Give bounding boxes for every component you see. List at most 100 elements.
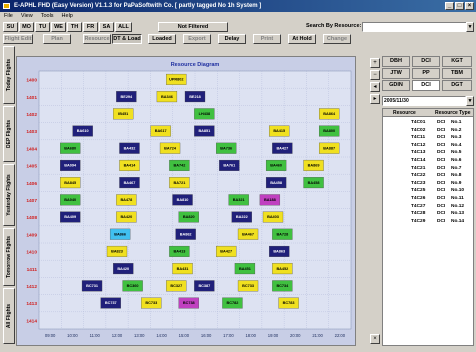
flight-bar-label[interactable]: BA451 (239, 267, 251, 271)
flight-bar-label[interactable]: BA222 (236, 215, 248, 219)
flight-bar-label[interactable]: BA617 (155, 129, 167, 133)
flight-bar-label[interactable]: BA420 (120, 215, 132, 219)
flight-bar-label[interactable]: BA403 (267, 215, 279, 219)
flight-bar-label[interactable]: IB451 (118, 112, 128, 116)
flight-bar-label[interactable]: BA680 (64, 146, 76, 150)
flight-bar-label[interactable]: BA321 (233, 198, 245, 202)
flight-bar-label[interactable]: BA431 (177, 267, 189, 271)
flight-bar-label[interactable]: BC734 (276, 284, 289, 288)
day-button-fr[interactable]: FR (83, 22, 98, 32)
menu-view[interactable]: View (21, 12, 33, 21)
day-button-th[interactable]: TH (67, 22, 82, 32)
close-icon[interactable]: × (465, 2, 474, 10)
flight-bar-label[interactable]: BA040 (64, 198, 76, 202)
flight-edit-button[interactable]: Flight Edit (3, 34, 33, 44)
flight-bar-label[interactable]: BC731 (86, 284, 98, 288)
day-button-all[interactable]: ALL (115, 22, 132, 32)
table-row[interactable]: T4C26 DCI No.11 (383, 195, 473, 202)
table-row[interactable]: T4C28 DCI No.13 (383, 210, 473, 217)
flight-bar-label[interactable]: BC733 (145, 301, 157, 305)
flight-bar-label[interactable]: BA863 (273, 250, 285, 254)
day-button-mo[interactable]: MO (19, 22, 34, 32)
change-button[interactable]: Change (323, 34, 351, 44)
flight-bar-label[interactable]: BC327 (170, 284, 182, 288)
flight-bar-label[interactable]: BA800 (323, 129, 335, 133)
table-row[interactable]: T4C13 DCI No.5 (383, 149, 473, 156)
flight-bar-label[interactable]: BA414 (124, 164, 137, 168)
close-panel-icon[interactable]: × (370, 334, 380, 344)
resource-group-dci-selected[interactable]: DCI (412, 80, 440, 91)
zoom-in-icon[interactable]: + (370, 58, 380, 68)
table-row[interactable]: T4C27 DCI No.12 (383, 203, 473, 210)
table-row[interactable]: T4C12 DCI No.4 (383, 142, 473, 149)
plan-button[interactable]: Plan (43, 34, 71, 44)
flight-bar-label[interactable]: BA721 (173, 181, 185, 185)
zoom-out-icon[interactable]: − (370, 70, 380, 80)
resource-group-pp[interactable]: PP (412, 68, 440, 79)
flight-bar-label[interactable]: BA742 (173, 164, 185, 168)
flight-bar-label[interactable]: BA409 (64, 215, 76, 219)
table-row[interactable]: T4C25 DCI No.10 (383, 187, 473, 194)
flight-bar-label[interactable]: BA728 (276, 232, 288, 236)
flight-bar-label[interactable]: BA413 (173, 250, 185, 254)
menu-file[interactable]: File (4, 12, 13, 21)
flight-bar-label[interactable]: BC783 (283, 301, 295, 305)
flight-bar-label[interactable]: BA478 (120, 198, 132, 202)
menu-help[interactable]: Help (62, 12, 73, 21)
print-button[interactable]: Print (253, 34, 281, 44)
resource-button[interactable]: Resource (83, 34, 111, 44)
flight-bar-label[interactable]: BC782 (227, 301, 239, 305)
flight-bar-label[interactable]: BA823 (111, 250, 123, 254)
resource-group-dgt[interactable]: DGT (442, 80, 472, 91)
flight-bar-label[interactable]: BC360 (127, 284, 139, 288)
flight-bar-label[interactable]: BA458 (270, 181, 282, 185)
table-row[interactable]: T4C23 DCI No.9 (383, 180, 473, 187)
table-row[interactable]: T4C14 DCI No.6 (383, 157, 473, 164)
tab-today-flights[interactable]: Today Flights (3, 46, 15, 104)
flight-bar-label[interactable]: BA761 (223, 164, 235, 168)
flight-bar-label[interactable]: UPR802 (169, 78, 183, 82)
tab-dep-flights[interactable]: DEP Flights (3, 106, 15, 162)
day-button-we[interactable]: WE (51, 22, 66, 32)
flight-bar-label[interactable]: BA420 (117, 267, 129, 271)
export-button[interactable]: Export (183, 34, 211, 44)
resource-group-jtw[interactable]: JTW (382, 68, 410, 79)
flight-bar-label[interactable]: BA346 (161, 95, 173, 99)
resource-group-tbm[interactable]: TBM (442, 68, 472, 79)
maximize-icon[interactable]: □ (455, 2, 464, 10)
flight-bar-label[interactable]: BA415 (273, 129, 285, 133)
flight-bar-label[interactable]: BC387 (198, 284, 210, 288)
resource-group-gdin[interactable]: GDIN (382, 80, 410, 91)
flight-bar-label[interactable]: BA864 (323, 112, 336, 116)
flight-bar-label[interactable]: BA427 (220, 250, 232, 254)
flight-bar-label[interactable]: BA432 (124, 146, 136, 150)
date-field[interactable]: 2005/11/30 (382, 96, 466, 106)
flight-bar-label[interactable]: BA458 (308, 181, 320, 185)
resource-group-dci[interactable]: DCI (412, 56, 440, 67)
table-row[interactable]: T4C01 DCI No.1 (383, 119, 473, 126)
day-button-su[interactable]: SU (3, 22, 18, 32)
search-resource-select[interactable] (362, 22, 467, 32)
flight-bar-label[interactable]: BA869 (308, 164, 320, 168)
flight-bar-label[interactable]: BA866 (114, 232, 126, 236)
resource-group-dbh[interactable]: DBH (382, 56, 410, 67)
delay-button[interactable]: Delay (218, 34, 246, 44)
flight-bar-label[interactable]: BA862 (180, 232, 192, 236)
search-dropdown-icon[interactable]: ▾ (466, 22, 474, 32)
date-dropdown-icon[interactable]: ▾ (466, 96, 474, 106)
tab-yesterday-flights[interactable]: Yesterday Flights (3, 164, 15, 226)
flight-bar-label[interactable]: BA820 (183, 215, 195, 219)
tab-tomorrow-flights[interactable]: Tomorrow Flights (3, 228, 15, 286)
flight-bar-label[interactable]: BA736 (220, 146, 232, 150)
dt-load-button[interactable]: DT & Load (112, 34, 142, 44)
filter-button[interactable]: Not Filtered (158, 22, 228, 32)
flight-bar-label[interactable]: BA610 (77, 129, 89, 133)
flight-bar-label[interactable]: BA188 (264, 198, 276, 202)
flight-bar-label[interactable]: BC737 (105, 301, 117, 305)
flight-bar-label[interactable]: BC738 (183, 301, 195, 305)
minimize-icon[interactable]: _ (445, 2, 454, 10)
flight-bar-label[interactable]: BA452 (276, 267, 288, 271)
flight-bar-label[interactable]: BA094 (64, 164, 77, 168)
flight-bar-label[interactable]: BE218 (189, 95, 201, 99)
resource-group-kgt[interactable]: KGT (442, 56, 472, 67)
